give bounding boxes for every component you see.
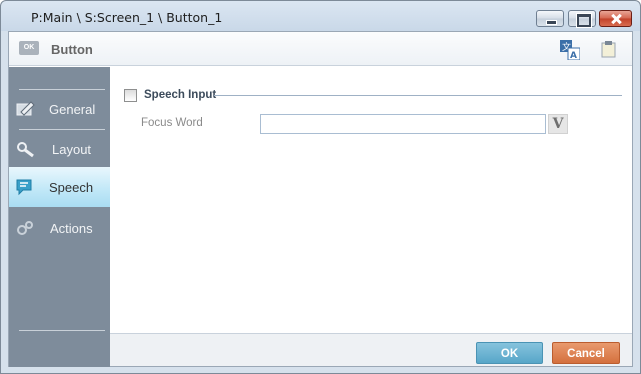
minimize-button[interactable] — [536, 10, 564, 27]
actions-icon — [17, 221, 33, 235]
svg-text:A: A — [570, 51, 577, 60]
sidebar-item-speech[interactable]: Speech — [9, 167, 110, 207]
focus-word-label: Focus Word — [141, 117, 203, 129]
cancel-button[interactable]: Cancel — [552, 342, 620, 364]
page-title: Button — [51, 42, 93, 57]
title-bar[interactable]: P:Main \ S:Screen_1 \ Button_1 — [1, 1, 640, 31]
maximize-button[interactable] — [568, 10, 596, 27]
clipboard-icon[interactable] — [601, 41, 617, 58]
layout-icon — [17, 142, 34, 158]
sidebar-item-label: Actions — [50, 221, 93, 236]
variable-button[interactable]: V — [548, 114, 568, 134]
sidebar: General Layout Speech Actions — [9, 67, 110, 367]
focus-word-input[interactable] — [260, 114, 546, 134]
sidebar-item-actions[interactable]: Actions — [9, 208, 110, 248]
sidebar-item-label: Speech — [49, 180, 94, 195]
ok-button[interactable]: OK — [476, 342, 543, 364]
dialog-window: P:Main \ S:Screen_1 \ Button_1 OK Button… — [0, 0, 641, 374]
sidebar-item-layout[interactable]: Layout — [9, 129, 110, 169]
speech-panel: Speech Input Focus Word V — [110, 67, 632, 333]
dialog-footer: OK Cancel — [110, 333, 632, 366]
dialog-frame: OK Button 文 A General Layout Speech Acti… — [8, 31, 633, 367]
sidebar-item-label: General — [49, 102, 96, 117]
speech-icon — [16, 179, 32, 196]
translate-icon[interactable]: 文 A — [560, 40, 580, 60]
sidebar-item-general[interactable]: General — [9, 89, 110, 129]
header-bar: OK Button 文 A — [9, 32, 632, 66]
close-button[interactable] — [599, 10, 632, 27]
button-control-icon: OK — [19, 41, 39, 55]
window-title: P:Main \ S:Screen_1 \ Button_1 — [31, 10, 223, 25]
group-divider — [214, 95, 622, 96]
general-icon — [16, 101, 35, 116]
sidebar-divider — [19, 330, 105, 331]
sidebar-item-label: Layout — [52, 142, 92, 157]
speech-input-label: Speech Input — [144, 89, 217, 101]
speech-input-checkbox[interactable] — [124, 89, 137, 102]
